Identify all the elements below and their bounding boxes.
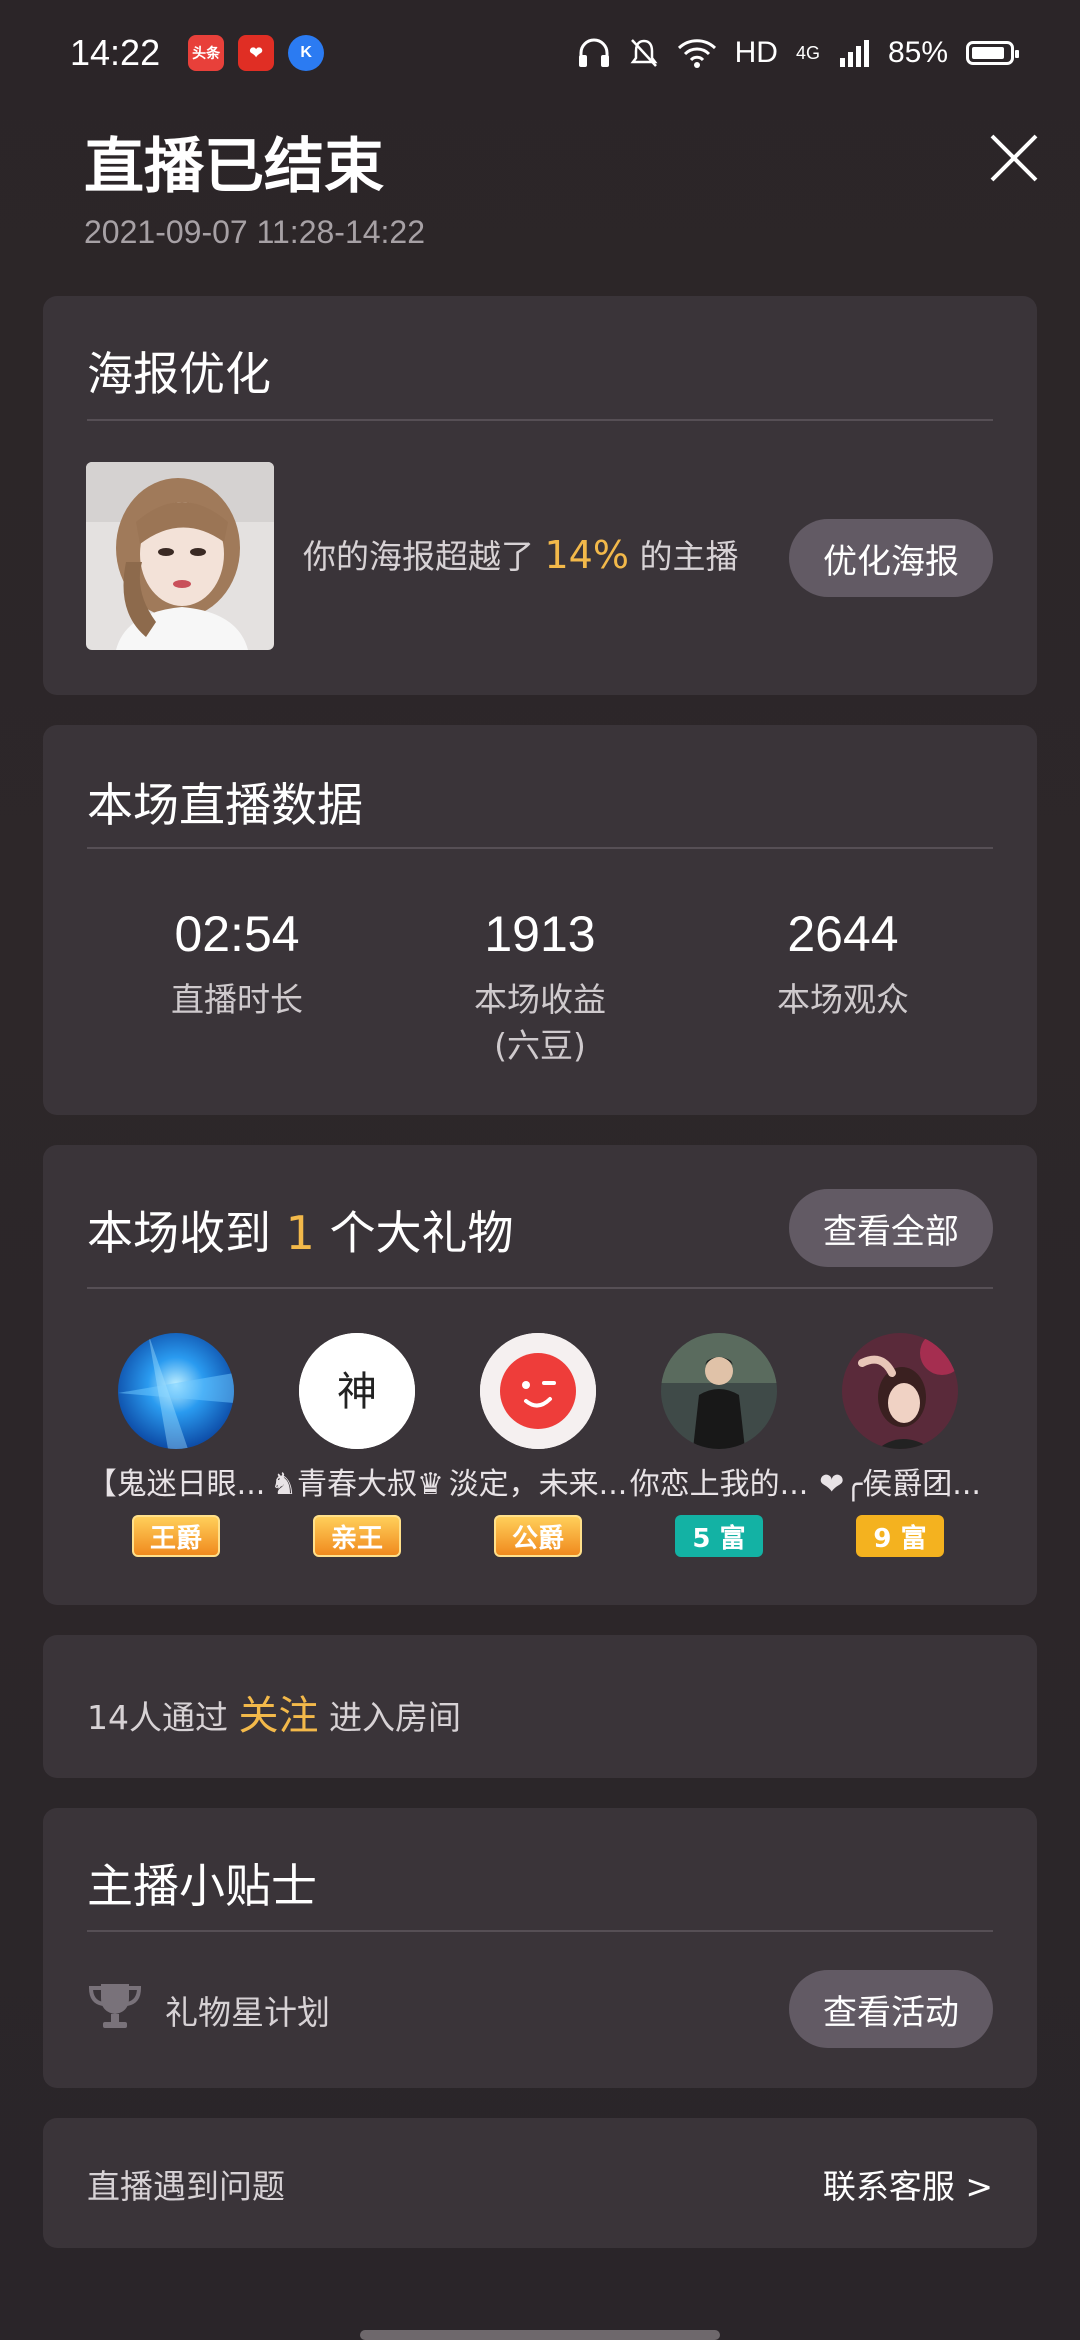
gifts-title: 本场收到 1 个大礼物 xyxy=(87,1197,514,1263)
kugou-app-icon: K xyxy=(288,35,325,71)
signal-icon xyxy=(839,40,869,67)
tips-title: 主播小贴士 xyxy=(87,1859,317,1913)
tips-card: 主播小贴士 礼物星计划 查看活动 xyxy=(43,1808,1037,2088)
poster-rank-text: 你的海报超越了 14% 的主播 xyxy=(303,530,738,578)
trophy-icon xyxy=(88,1984,142,2028)
toutiao-app-icon: 头条 xyxy=(188,35,225,71)
stat-duration: 02:54 直播时长 xyxy=(87,905,387,1023)
avatar-image xyxy=(661,1333,777,1449)
optimize-poster-button[interactable]: 优化海报 xyxy=(789,519,993,597)
gifts-card: 本场收到 1 个大礼物 查看全部 【鬼迷日眼... 王爵 神 ♞青春大叔♛ 亲王 xyxy=(43,1145,1037,1605)
status-bar-right: HD 4G 85% xyxy=(577,36,1019,70)
follow-highlight: 关注 xyxy=(238,1693,319,1739)
network-type: 4G xyxy=(795,43,820,63)
avatar xyxy=(480,1333,596,1449)
close-icon xyxy=(990,134,1038,182)
view-activity-button[interactable]: 查看活动 xyxy=(789,1970,993,2048)
live-stats-title: 本场直播数据 xyxy=(87,778,363,832)
stat-value: 2644 xyxy=(787,906,899,962)
follow-text-before: 14人通过 xyxy=(87,1698,228,1737)
poster-card: 海报优化 你的海报超越了 14% 的主播 优化海报 xyxy=(43,296,1037,695)
gifter-name: ♞青春大叔♛ xyxy=(270,1467,444,1502)
wealth-level-badge: 5 富 xyxy=(675,1515,763,1557)
gifter-name: ❤╭侯爵团... xyxy=(819,1467,981,1502)
poster-percent: 14% xyxy=(544,533,629,577)
headset-icon xyxy=(578,38,609,67)
support-card: 直播遇到问题 联系客服 > xyxy=(43,2118,1037,2248)
poster-image xyxy=(86,462,274,650)
avatar xyxy=(661,1333,777,1449)
live-stats-card: 本场直播数据 02:54 直播时长 1913 本场收益 (六豆) 2644 本场… xyxy=(43,725,1037,1115)
gifter-name: 你恋上我的... xyxy=(629,1467,809,1502)
stat-value: 02:54 xyxy=(174,906,300,962)
divider xyxy=(87,847,993,849)
gifter-name: 淡定，未来... xyxy=(448,1467,628,1502)
poster-text-before: 你的海报超越了 xyxy=(303,537,534,576)
hd-indicator: HD xyxy=(734,36,778,69)
stat-label: 本场收益 xyxy=(474,980,606,1019)
noble-badge: 亲王 xyxy=(313,1515,401,1557)
battery-percent: 85% xyxy=(887,36,948,69)
follow-card: 14人通过 关注 进入房间 xyxy=(43,1635,1037,1778)
home-indicator[interactable] xyxy=(360,2330,720,2340)
stat-earnings: 1913 本场收益 (六豆) xyxy=(390,905,690,1069)
contact-support-link[interactable]: 联系客服 > xyxy=(823,2160,993,2208)
live-time-range: 2021-09-07 11:28-14:22 xyxy=(84,214,426,250)
follow-text: 14人通过 关注 进入房间 xyxy=(87,1683,461,1741)
follow-text-after: 进入房间 xyxy=(329,1698,461,1737)
svg-text:神: 神 xyxy=(337,1369,377,1415)
gifter-item[interactable]: 淡定，未来... 公爵 xyxy=(448,1333,628,1557)
poster-text-after: 的主播 xyxy=(639,537,739,576)
battery-icon xyxy=(966,41,1019,65)
poster-card-title: 海报优化 xyxy=(87,347,271,401)
avatar xyxy=(842,1333,958,1449)
gifter-item[interactable]: ❤╭侯爵团... 9 富 xyxy=(810,1333,990,1557)
stat-sublabel: (六豆) xyxy=(494,1026,586,1065)
avatar xyxy=(118,1333,234,1449)
divider xyxy=(87,419,993,421)
gifter-item[interactable]: 神 ♞青春大叔♛ 亲王 xyxy=(267,1333,447,1557)
pinduoduo-app-icon: ❤ xyxy=(238,35,275,71)
close-button[interactable] xyxy=(986,130,1042,186)
gifter-item[interactable]: 你恋上我的... 5 富 xyxy=(629,1333,809,1557)
gifts-count: 1 xyxy=(285,1206,315,1260)
bell-muted-icon xyxy=(630,39,658,67)
gifts-title-before: 本场收到 xyxy=(87,1206,271,1260)
avatar-image xyxy=(480,1333,596,1449)
wealth-level-badge: 9 富 xyxy=(856,1515,944,1557)
stat-value: 1913 xyxy=(484,906,596,962)
poster-thumbnail[interactable] xyxy=(86,462,274,650)
view-all-gifts-button[interactable]: 查看全部 xyxy=(789,1189,993,1267)
status-time: 14:22 xyxy=(70,32,161,73)
avatar-image xyxy=(118,1333,234,1449)
gifts-title-after: 个大礼物 xyxy=(329,1206,514,1260)
status-bar: 14:22 头条 ❤ K HD 4G 85% xyxy=(0,0,1080,106)
avatar-image xyxy=(842,1333,958,1449)
avatar: 神 xyxy=(299,1333,415,1449)
gifter-name: 【鬼迷日眼... xyxy=(86,1467,266,1502)
noble-badge: 王爵 xyxy=(132,1515,220,1557)
divider xyxy=(87,1287,993,1289)
stat-label: 本场观众 xyxy=(777,980,909,1019)
gifter-item[interactable]: 【鬼迷日眼... 王爵 xyxy=(86,1333,266,1557)
noble-badge: 公爵 xyxy=(494,1515,582,1557)
stat-label: 直播时长 xyxy=(171,980,303,1019)
support-label: 直播遇到问题 xyxy=(87,2167,285,2206)
avatar-image: 神 xyxy=(299,1333,415,1449)
page-title: 直播已结束 xyxy=(84,132,384,202)
wifi-icon xyxy=(677,39,716,68)
tips-item-label: 礼物星计划 xyxy=(165,1993,330,2032)
status-bar-left: 14:22 头条 ❤ K xyxy=(70,32,325,74)
divider xyxy=(87,1930,993,1932)
stat-viewers: 2644 本场观众 xyxy=(693,905,993,1023)
